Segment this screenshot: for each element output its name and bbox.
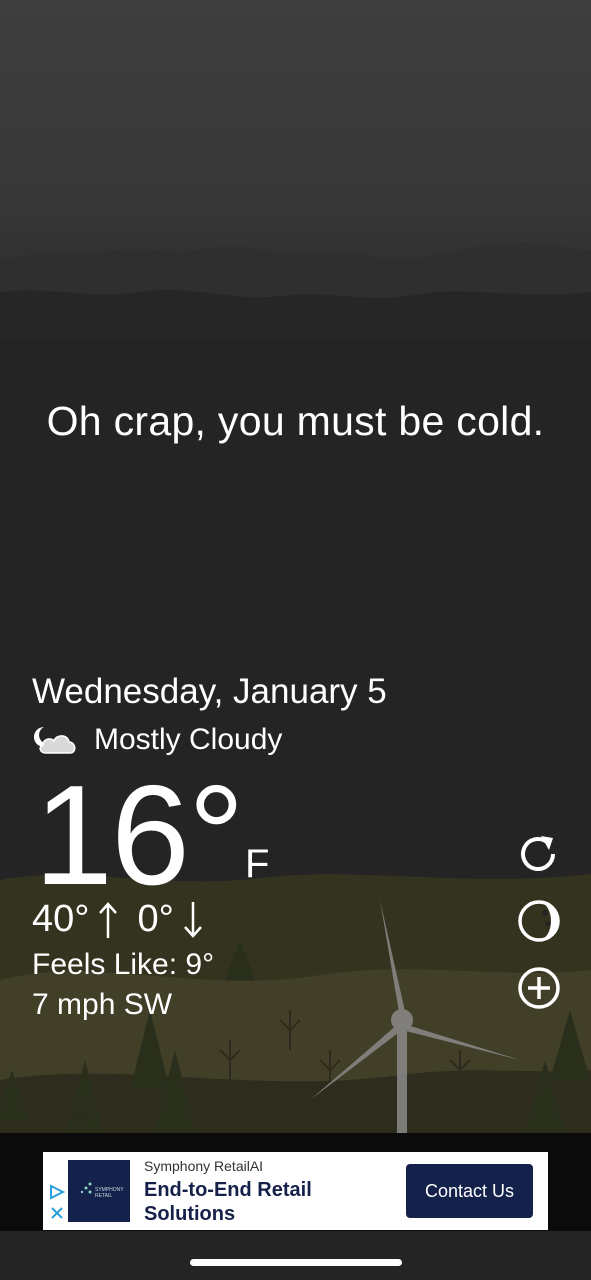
moon-cloud-icon bbox=[34, 727, 76, 754]
ad-choices-icon[interactable] bbox=[47, 1182, 67, 1226]
moon-phase-icon bbox=[518, 900, 560, 942]
arrow-down-icon bbox=[183, 901, 202, 938]
high-temperature: 40° bbox=[32, 898, 90, 940]
ad-brand: Symphony RetailAI bbox=[144, 1158, 264, 1174]
mountain-silhouette bbox=[0, 243, 591, 340]
moon-phase-button[interactable] bbox=[515, 897, 563, 945]
temperature-unit: F bbox=[245, 842, 270, 886]
current-temperature: 16° bbox=[34, 756, 245, 915]
add-location-button[interactable] bbox=[515, 964, 563, 1012]
symphony-logo-icon: SYMPHONY RETAIL bbox=[80, 1182, 124, 1199]
date-label: Wednesday, January 5 bbox=[32, 672, 387, 711]
refresh-icon bbox=[521, 836, 555, 871]
ad-title: End-to-End Retail Solutions bbox=[144, 1179, 312, 1225]
condition-row: Mostly Cloudy bbox=[32, 722, 282, 758]
svg-text:RETAIL: RETAIL bbox=[95, 1193, 112, 1199]
add-icon bbox=[518, 967, 560, 1009]
low-temperature: 0° bbox=[137, 898, 174, 940]
ad-banner[interactable]: SYMPHONY RETAIL Symphony RetailAI End-to… bbox=[43, 1152, 548, 1230]
contact-us-button[interactable]: Contact Us bbox=[406, 1164, 533, 1218]
condition-text: Mostly Cloudy bbox=[94, 723, 283, 756]
home-indicator[interactable] bbox=[190, 1259, 402, 1266]
high-low-row: 40° 0° bbox=[32, 898, 222, 941]
arrow-up-icon bbox=[99, 901, 118, 938]
refresh-button[interactable] bbox=[515, 830, 563, 878]
ad-logo-image: SYMPHONY RETAIL bbox=[68, 1160, 130, 1222]
weather-tagline: Oh crap, you must be cold. bbox=[46, 398, 545, 444]
wind-label: 7 mph SW bbox=[32, 988, 173, 1021]
feels-like-label: Feels Like: 9° bbox=[32, 948, 215, 981]
